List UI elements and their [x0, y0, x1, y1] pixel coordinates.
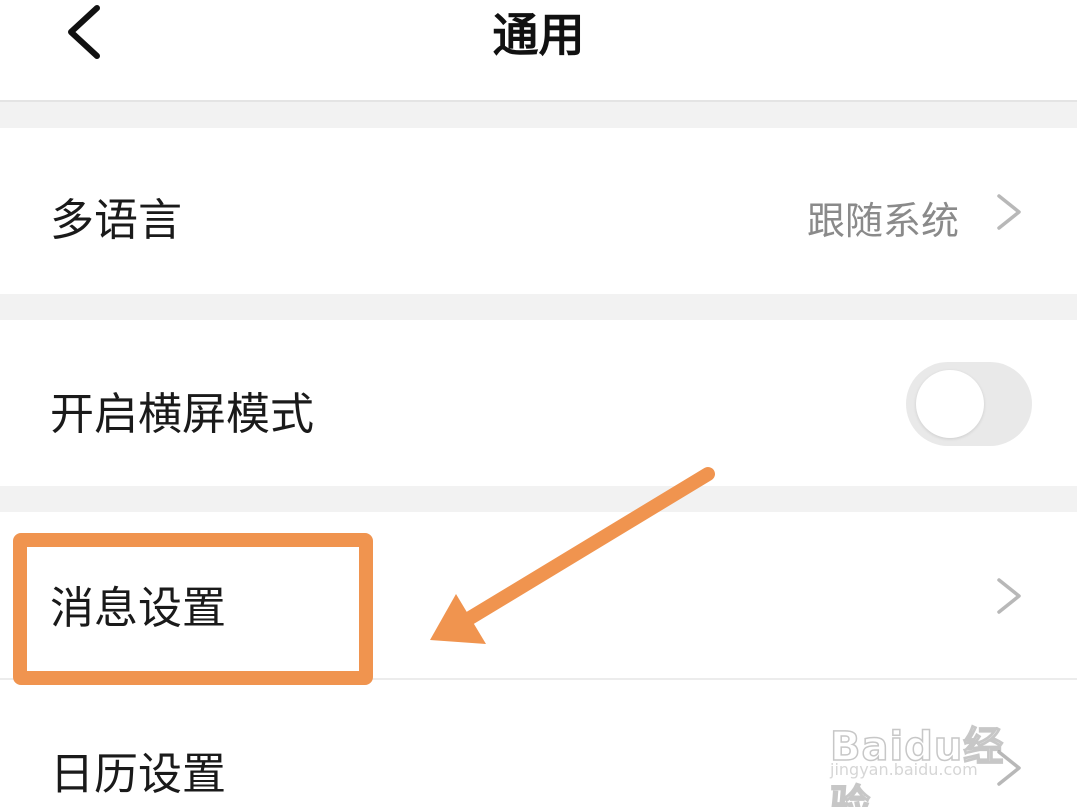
language-row[interactable]: 多语言 跟随系统: [0, 128, 1077, 294]
page-title: 通用: [492, 8, 585, 62]
language-label: 多语言: [50, 195, 182, 246]
message-settings-label: 消息设置: [50, 583, 226, 634]
toggle-knob: [916, 370, 984, 438]
landscape-mode-toggle[interactable]: [906, 362, 1032, 446]
chevron-right-icon: [997, 750, 1021, 786]
language-value: 跟随系统: [806, 199, 959, 243]
settings-page: 通用 多语言 跟随系统 开启横屏模式 消息设置 日历设置 Baidu经验 jin…: [0, 0, 1077, 807]
landscape-mode-label: 开启横屏模式: [50, 389, 314, 440]
calendar-settings-row[interactable]: 日历设置: [0, 680, 1077, 807]
landscape-mode-row: 开启横屏模式: [0, 320, 1077, 486]
message-settings-row[interactable]: 消息设置: [0, 512, 1077, 678]
calendar-settings-label: 日历设置: [50, 749, 226, 800]
header-bar: 通用: [0, 0, 1077, 102]
chevron-right-icon: [997, 194, 1021, 230]
chevron-right-icon: [997, 578, 1021, 614]
